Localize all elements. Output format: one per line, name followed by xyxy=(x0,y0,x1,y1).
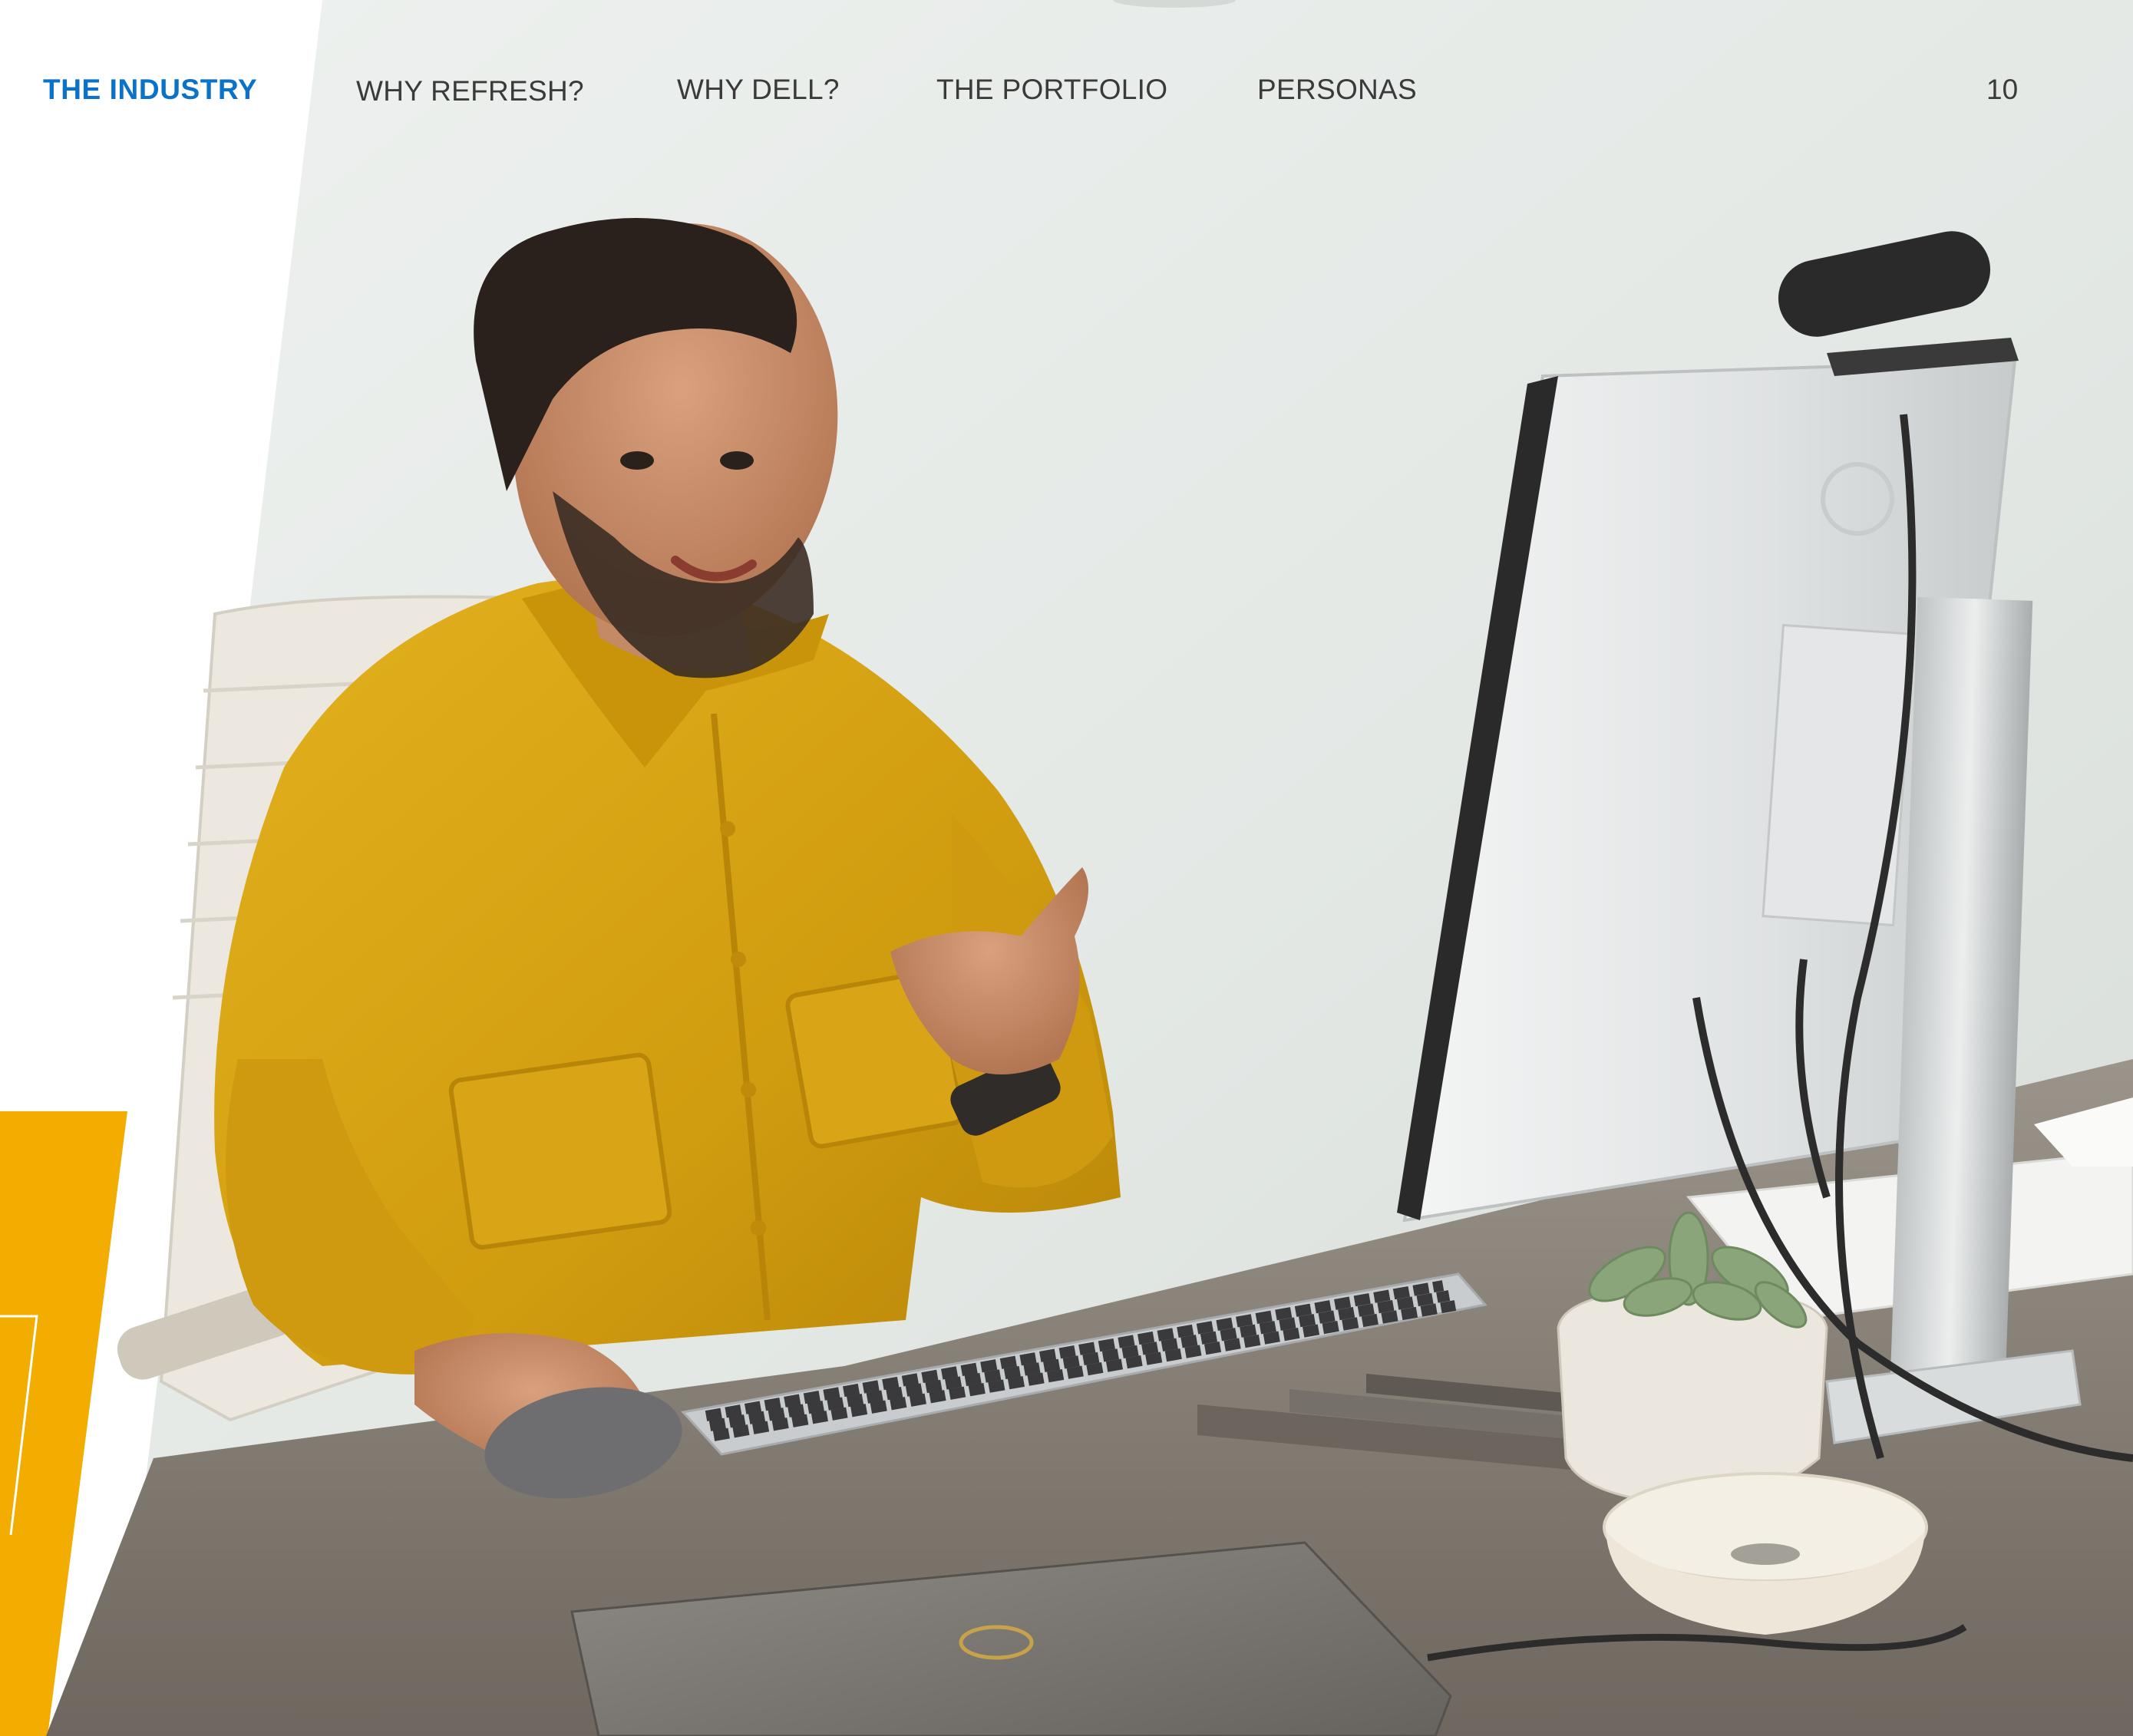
top-navigation: THE INDUSTRY WHY REFRESH? WHY DELL? THE … xyxy=(0,0,2133,153)
nav-item-personas[interactable]: PERSONAS xyxy=(1257,74,1417,106)
nav-item-the-portfolio[interactable]: THE PORTFOLIO xyxy=(936,74,1167,106)
hero-photo xyxy=(0,0,2133,1736)
page-number: 10 xyxy=(1986,74,2019,105)
shirt-pocket-left xyxy=(448,1052,672,1250)
nav-item-why-dell[interactable]: WHY DELL? xyxy=(677,74,840,106)
nav-item-the-industry[interactable]: THE INDUSTRY xyxy=(43,74,257,106)
monitor-mount-plate xyxy=(1762,623,1915,927)
nav-item-why-refresh[interactable]: WHY REFRESH? xyxy=(356,75,584,107)
